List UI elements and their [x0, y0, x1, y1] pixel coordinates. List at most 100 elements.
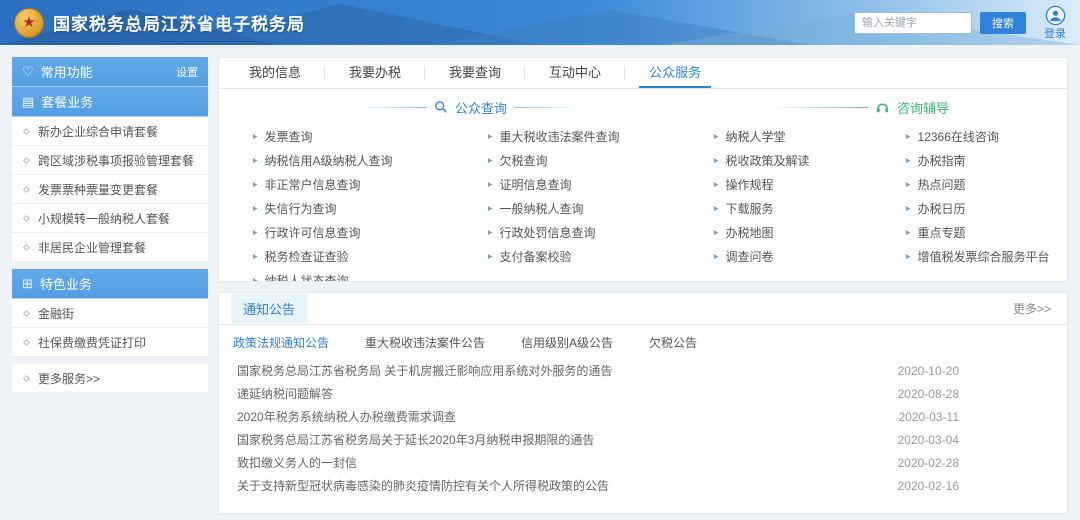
- link-tax-map[interactable]: ▸办税地图: [714, 220, 906, 244]
- sidebar-item-nonresident[interactable]: 非居民企业管理套餐: [12, 233, 208, 262]
- user-box: 登录: [1044, 5, 1066, 41]
- link-label: 操作规程: [726, 176, 774, 193]
- sidebar-item-label: 发票票种票量变更套餐: [38, 181, 158, 198]
- sidebar-item-finance-street[interactable]: 金融街: [12, 299, 208, 328]
- notice-row[interactable]: 关于支持新型冠状病毒感染的肺炎疫情防控有关个人所得税政策的公告 2020-02-…: [237, 474, 1051, 497]
- notice-item-title: 关于支持新型冠状病毒感染的肺炎疫情防控有关个人所得税政策的公告: [237, 477, 609, 494]
- magnifier-icon: [434, 100, 448, 114]
- notice-row[interactable]: 国家税务总局江苏省税务局关于延长2020年3月纳税申报期限的通告 2020-03…: [237, 428, 1051, 451]
- tab-interaction[interactable]: 互动中心: [525, 58, 625, 88]
- headset-icon: [875, 100, 890, 115]
- notice-tab-credit-a[interactable]: 信用级别A级公告: [521, 334, 613, 351]
- sidebar-item-cross-region[interactable]: 跨区域涉税事项报验管理套餐: [12, 146, 208, 175]
- main-panel: 我的信息 我要办税 我要查询 互动中心 公众服务 公众查询: [218, 57, 1068, 282]
- arrow-icon: ▸: [906, 180, 911, 189]
- link-downloads[interactable]: ▸ 下载服务: [714, 196, 906, 220]
- notice-title-tab[interactable]: 通知公告: [231, 294, 307, 323]
- sidebar-item-new-enterprise[interactable]: 新办企业综合申请套餐: [12, 117, 208, 146]
- sidebar-header-packages[interactable]: ▤ 套餐业务: [12, 87, 208, 117]
- link-admin-license[interactable]: ▸行政许可信息查询: [253, 220, 488, 244]
- notice-item-title: 递延纳税问题解答: [237, 385, 333, 402]
- sidebar-header-label: 套餐业务: [41, 92, 93, 111]
- link-invoice-query[interactable]: ▸发票查询: [253, 124, 488, 148]
- link-label: 增值税发票综合服务平台: [918, 248, 1050, 265]
- link-procedures[interactable]: ▸ 操作规程: [714, 172, 906, 196]
- notice-tab-arrears[interactable]: 欠税公告: [649, 334, 697, 351]
- notice-row[interactable]: 致扣缴义务人的一封信 2020-02-28: [237, 451, 1051, 474]
- diamond-bullet-icon: [23, 185, 30, 192]
- arrow-icon: ▸: [253, 204, 258, 213]
- link-label: 重大税收违法案件查询: [500, 128, 620, 145]
- arrow-icon: ▸: [253, 228, 258, 237]
- link-inspection-cert[interactable]: ▸税务检查证查验: [253, 244, 488, 268]
- link-label: 证明信息查询: [500, 176, 572, 193]
- arrow-icon: ▸: [714, 204, 719, 213]
- link-tax-calendar[interactable]: ▸办税日历: [906, 196, 1067, 220]
- search-input[interactable]: [854, 12, 972, 34]
- link-key-topics[interactable]: ▸重点专题: [906, 220, 1067, 244]
- link-taxpayer-school[interactable]: ▸纳税人学堂: [714, 124, 906, 148]
- sidebar-header-common-functions[interactable]: ♡ 常用功能 设置: [12, 57, 208, 87]
- notice-panel: 通知公告 更多>> 政策法规通知公告 重大税收违法案件公告 信用级别A级公告 欠…: [218, 292, 1068, 514]
- sidebar-item-label: 社保费缴费凭证打印: [38, 334, 146, 351]
- login-link[interactable]: 登录: [1044, 25, 1066, 41]
- link-survey[interactable]: ▸调查问卷: [714, 244, 906, 268]
- sidebar-item-small-scale[interactable]: 小规模转一般纳税人套餐: [12, 204, 208, 233]
- tab-public-services[interactable]: 公众服务: [625, 58, 725, 88]
- notice-row[interactable]: 2020年税务系统纳税人办税缴费需求调查 2020-03-11: [237, 405, 1051, 428]
- link-payment-record[interactable]: ▸支付备案校验: [488, 244, 714, 268]
- link-label: 纳税人学堂: [726, 128, 786, 145]
- grid-icon: ⊞: [22, 277, 33, 290]
- sidebar-item-more-services[interactable]: 更多服务>>: [12, 364, 208, 393]
- arrow-icon: ▸: [488, 180, 493, 189]
- link-major-violation[interactable]: ▸重大税收违法案件查询: [488, 124, 714, 148]
- link-general-taxpayer[interactable]: ▸一般纳税人查询: [488, 196, 714, 220]
- user-icon[interactable]: [1045, 5, 1066, 26]
- query-column-3: ▸纳税人学堂 ▸税收政策及解读 ▸操作规程 ▸下载服务 ▸办税地图 ▸调查问卷: [714, 124, 906, 282]
- notice-item-date: 2020-02-28: [898, 456, 959, 470]
- sidebar-item-social-insurance[interactable]: 社保费缴费凭证打印: [12, 328, 208, 357]
- tab-handle-tax[interactable]: 我要办税: [325, 58, 425, 88]
- link-hot-issues[interactable]: ▸热点问题: [906, 172, 1067, 196]
- link-certificate-info[interactable]: ▸ 证明信息查询: [488, 172, 714, 196]
- link-admin-penalty[interactable]: ▸行政处罚信息查询: [488, 220, 714, 244]
- notice-row[interactable]: 递延纳税问题解答 2020-08-28: [237, 382, 1051, 405]
- tab-my-info[interactable]: 我的信息: [225, 58, 325, 88]
- diamond-bullet-icon: [23, 309, 30, 316]
- sidebar-header-special[interactable]: ⊞ 特色业务: [12, 269, 208, 299]
- sidebar-item-label: 跨区域涉税事项报验管理套餐: [38, 152, 194, 169]
- sidebar-item-invoice-change[interactable]: 发票票种票量变更套餐: [12, 175, 208, 204]
- arrow-icon: ▸: [906, 204, 911, 213]
- advisory-title: 咨询辅导: [897, 98, 949, 117]
- notice-more-link[interactable]: 更多>>: [1013, 300, 1051, 317]
- link-label: 重点专题: [918, 224, 966, 241]
- settings-link[interactable]: 设置: [176, 64, 198, 80]
- link-taxpayer-status[interactable]: ▸纳税人状态查询: [253, 268, 488, 282]
- search-button[interactable]: 搜索: [980, 12, 1026, 34]
- notice-row[interactable]: 国家税务总局江苏省税务局 关于机房搬迁影响应用系统对外服务的通告 2020-10…: [237, 359, 1051, 382]
- sidebar-item-label: 新办企业综合申请套餐: [38, 123, 158, 140]
- link-policy-interpretation[interactable]: ▸税收政策及解读: [714, 148, 906, 172]
- notice-tab-policy[interactable]: 政策法规通知公告: [233, 334, 329, 351]
- notice-list: 国家税务总局江苏省税务局 关于机房搬迁影响应用系统对外服务的通告 2020-10…: [219, 355, 1067, 497]
- link-tax-guide[interactable]: ▸办税指南: [906, 148, 1067, 172]
- link-label: 下载服务: [726, 200, 774, 217]
- header-actions: 搜索 登录: [854, 5, 1066, 41]
- link-12366-online[interactable]: ▸12366在线咨询: [906, 124, 1067, 148]
- arrow-icon: ▸: [714, 156, 719, 165]
- link-tax-arrears[interactable]: ▸欠税查询: [488, 148, 714, 172]
- link-credit-a-query[interactable]: ▸纳税信用A级纳税人查询: [253, 148, 488, 172]
- arrow-icon: ▸: [714, 180, 719, 189]
- notice-tab-violation[interactable]: 重大税收违法案件公告: [365, 334, 485, 351]
- diamond-bullet-icon: [23, 156, 30, 163]
- tab-query[interactable]: 我要查询: [425, 58, 525, 88]
- sidebar-item-label: 金融街: [38, 305, 74, 322]
- link-abnormal-account[interactable]: ▸非正常户信息查询: [253, 172, 488, 196]
- link-vat-invoice-platform[interactable]: ▸增值税发票综合服务平台: [906, 244, 1067, 268]
- sidebar: ♡ 常用功能 设置 ▤ 套餐业务 新办企业综合申请套餐 跨区域涉税事项报验管理套…: [12, 57, 208, 393]
- link-dishonesty-query[interactable]: ▸失信行为查询: [253, 196, 488, 220]
- arrow-icon: ▸: [906, 132, 911, 141]
- notice-item-date: 2020-03-11: [899, 410, 960, 424]
- divider-line: [359, 107, 427, 108]
- page: ★ 国家税务总局江苏省电子税务局 搜索 登录 ♡ 常用功能 设置: [0, 0, 1080, 520]
